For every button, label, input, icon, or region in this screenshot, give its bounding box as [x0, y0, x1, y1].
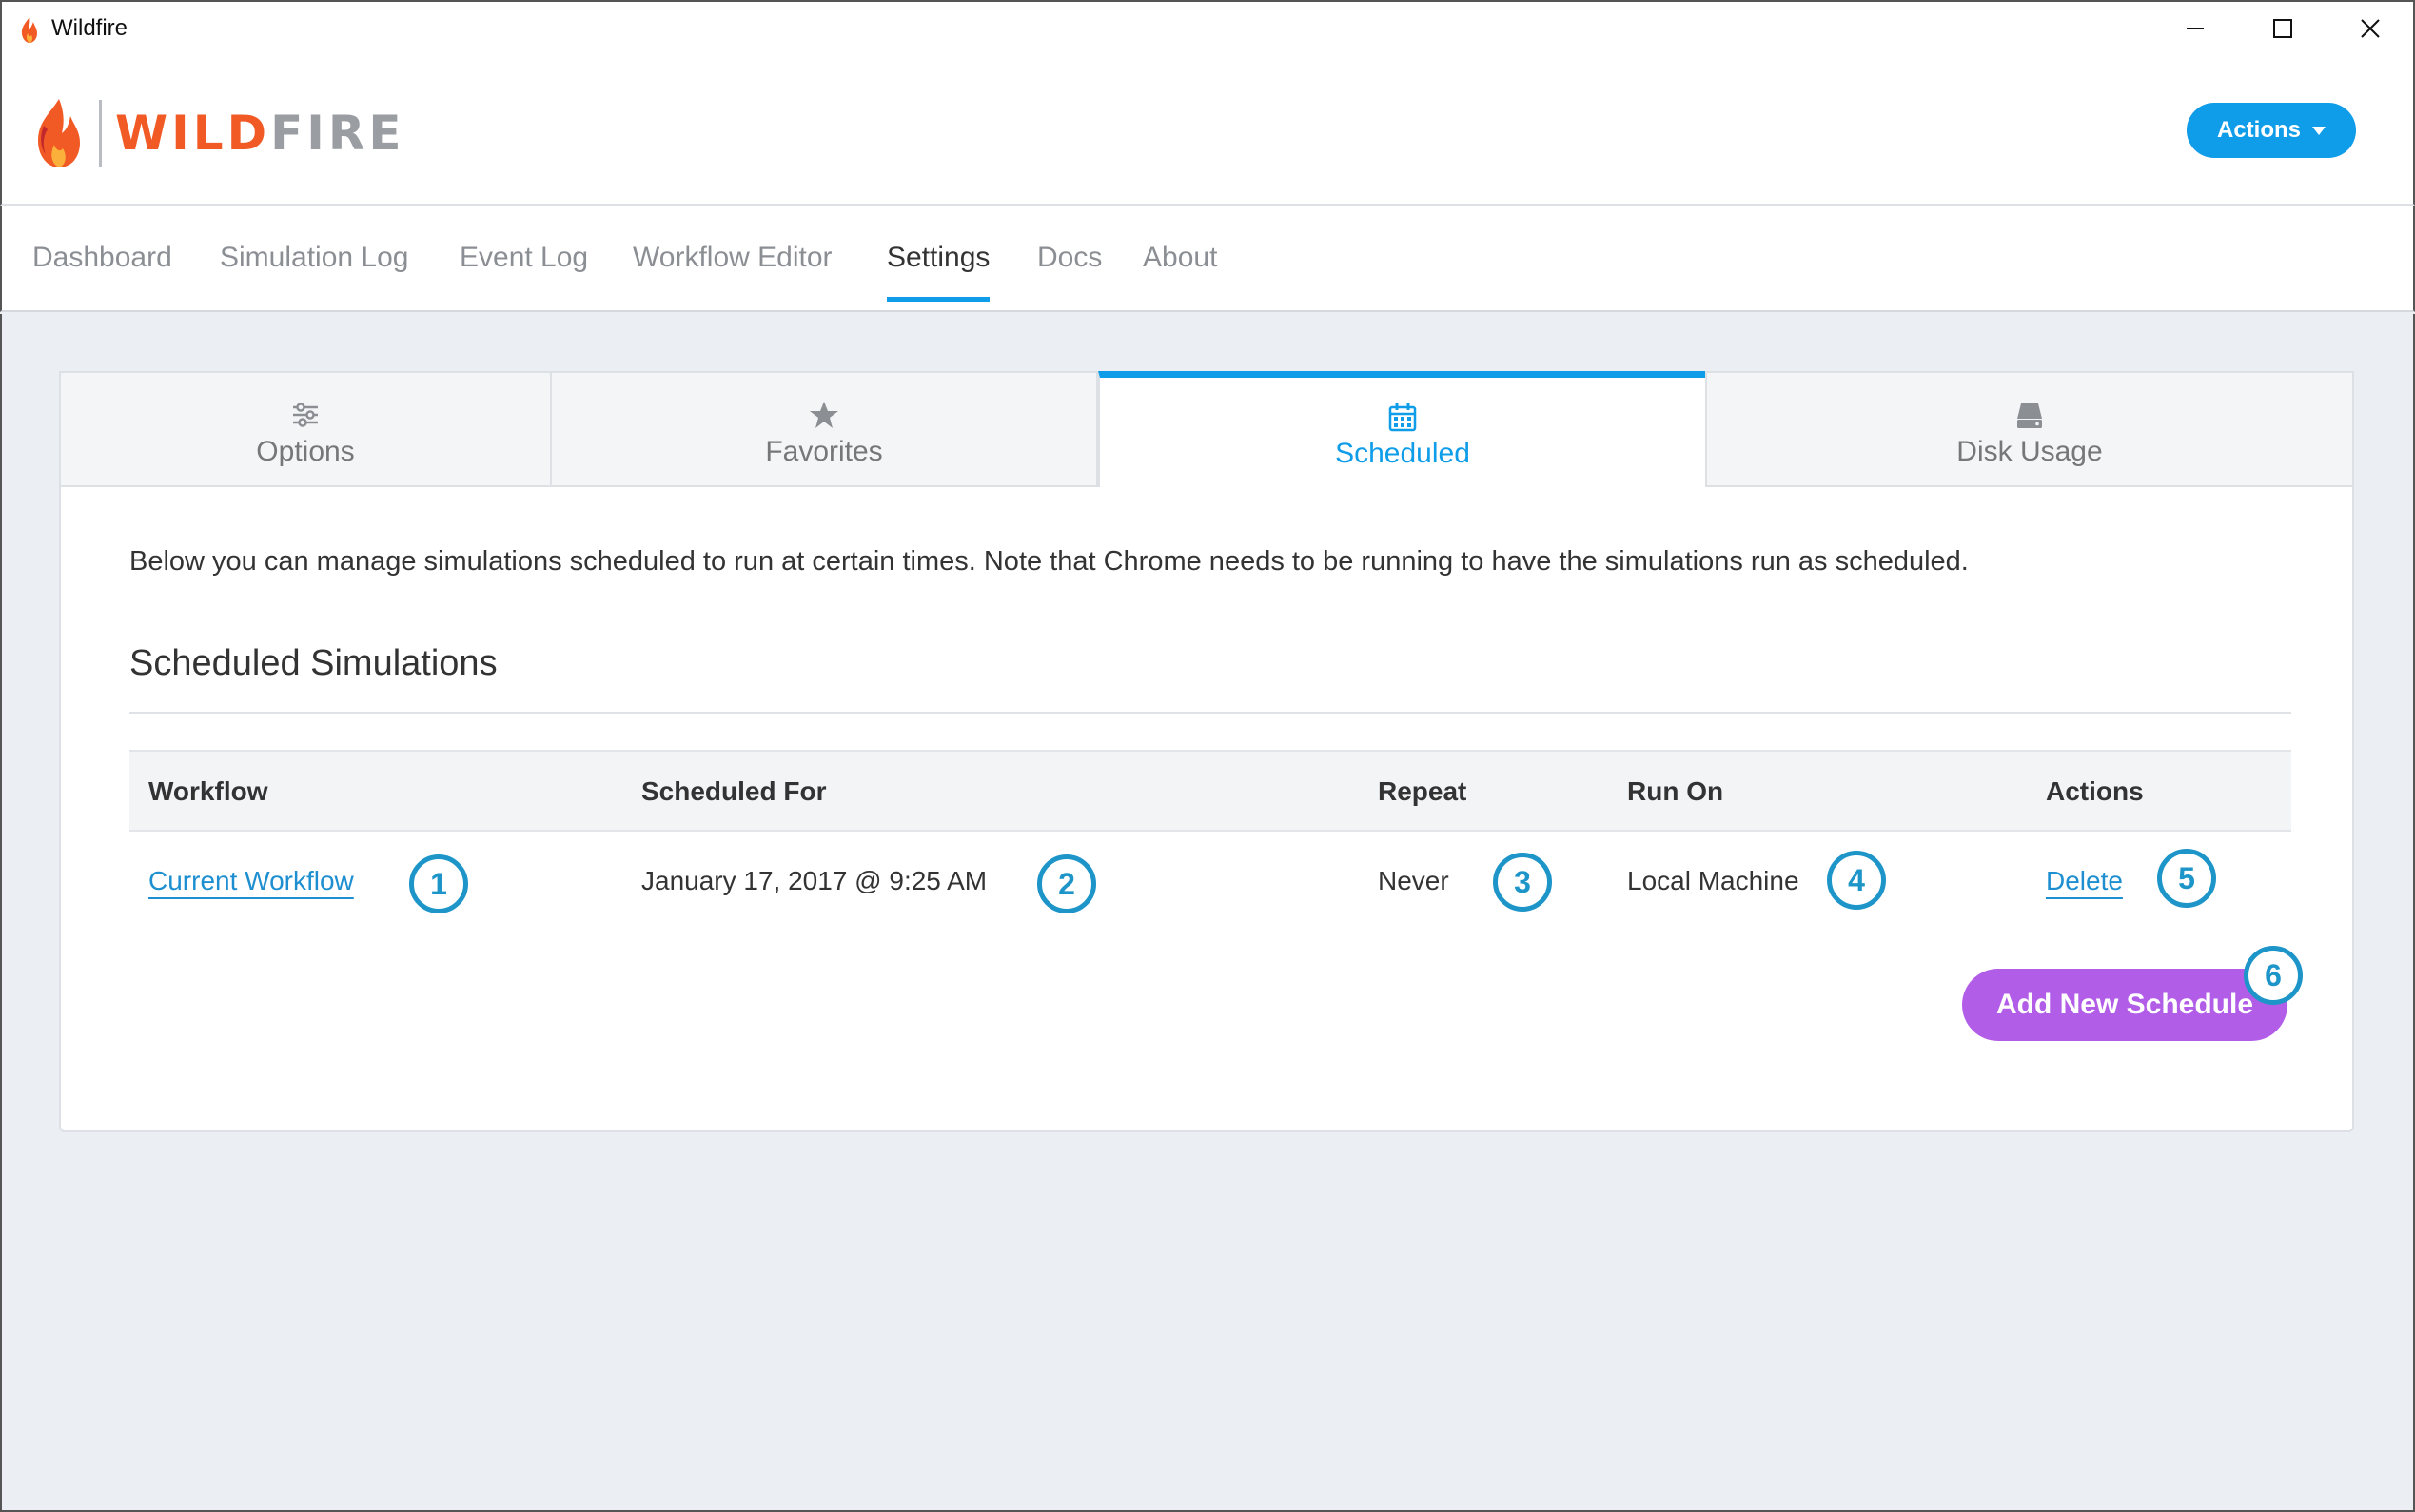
column-header-workflow: Workflow [148, 776, 268, 806]
callout-2: 2 [1037, 854, 1096, 913]
wildfire-app-icon [21, 17, 37, 43]
add-new-schedule-button[interactable]: Add New Schedule [1962, 969, 2287, 1041]
logo-text: WILDFIRE [115, 106, 405, 161]
nav-item-docs[interactable]: Docs [1037, 242, 1102, 297]
scheduled-for-value: January 17, 2017 @ 9:25 AM [641, 866, 988, 895]
nav-item-about[interactable]: About [1143, 242, 1217, 297]
tab-favorites-label: Favorites [765, 436, 883, 467]
workflow-link[interactable]: Current Workflow [148, 866, 354, 896]
callout-5: 5 [2157, 849, 2216, 908]
delete-link[interactable]: Delete [2046, 866, 2123, 896]
run-on-value: Local Machine [1627, 866, 1799, 895]
column-header-scheduled-for: Scheduled For [641, 776, 827, 806]
window-titlebar: Wildfire [0, 0, 2415, 55]
caret-down-icon [2312, 126, 2326, 135]
callout-3: 3 [1493, 853, 1552, 912]
column-header-actions: Actions [2046, 776, 2144, 806]
nav-item-event-log[interactable]: Event Log [460, 242, 588, 297]
flame-logo-icon [38, 99, 80, 167]
minimize-icon[interactable] [2152, 8, 2238, 49]
maximize-icon[interactable] [2240, 8, 2326, 49]
nav-item-simulation-log[interactable]: Simulation Log [220, 242, 408, 297]
tab-scheduled[interactable]: Scheduled [1098, 371, 1707, 487]
actions-button-label: Actions [2216, 117, 2301, 143]
callout-6: 6 [2244, 946, 2303, 1005]
disk-icon [2017, 403, 2042, 428]
window-title: Wildfire [51, 15, 128, 41]
tab-scheduled-label: Scheduled [1335, 438, 1470, 469]
close-icon[interactable] [2327, 8, 2413, 49]
tab-options-label: Options [256, 436, 355, 467]
wildfire-logo: WILDFIRE [30, 95, 405, 171]
schedule-table-header: Workflow Scheduled For Repeat Run On Act… [129, 750, 2291, 832]
tab-favorites[interactable]: Favorites [550, 371, 1098, 487]
column-header-run-on: Run On [1627, 776, 1724, 806]
logo-text-fire: FIRE [270, 106, 405, 161]
star-icon [810, 402, 838, 428]
app-header: WILDFIRE [0, 55, 2415, 206]
column-header-repeat: Repeat [1378, 776, 1467, 806]
tab-disk-usage-label: Disk Usage [1956, 436, 2103, 467]
tab-options[interactable]: Options [59, 371, 552, 487]
actions-dropdown-button[interactable]: Actions [2187, 103, 2356, 158]
nav-item-dashboard[interactable]: Dashboard [32, 242, 172, 297]
repeat-value: Never [1378, 866, 1449, 895]
scheduled-intro-text: Below you can manage simulations schedul… [129, 546, 1969, 577]
settings-tabs: Options Favorites Scheduled Disk Usage [59, 371, 2354, 487]
calendar-icon [1388, 403, 1417, 432]
main-nav: Dashboard Simulation Log Event Log Workf… [0, 206, 2415, 312]
tab-disk-usage[interactable]: Disk Usage [1705, 371, 2354, 487]
sliders-icon [293, 403, 318, 427]
callout-1: 1 [409, 854, 468, 913]
logo-text-wild: WILD [115, 106, 271, 161]
section-divider [129, 712, 2291, 714]
logo-divider [99, 100, 102, 167]
callout-4: 4 [1827, 851, 1886, 910]
section-title: Scheduled Simulations [129, 643, 498, 683]
nav-item-settings[interactable]: Settings [887, 242, 991, 302]
nav-item-workflow-editor[interactable]: Workflow Editor [633, 242, 833, 297]
